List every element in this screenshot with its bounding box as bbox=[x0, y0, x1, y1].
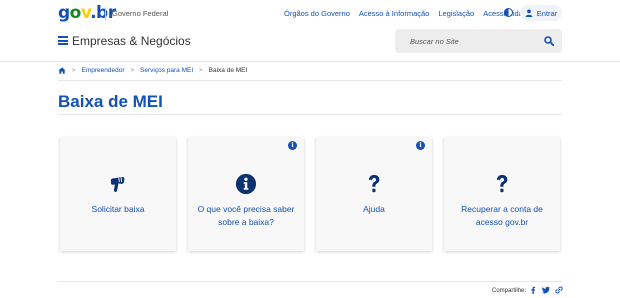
hand-pointer-icon bbox=[110, 177, 125, 192]
card-solicitar-baixa[interactable]: Solicitar baixa bbox=[60, 137, 176, 251]
info-icon[interactable]: i bbox=[288, 141, 297, 150]
chevron-right-icon: > bbox=[130, 67, 135, 74]
top-links: Órgãos do Governo Acesso à Informação Le… bbox=[284, 9, 531, 18]
logo-letter: v bbox=[80, 3, 91, 23]
card-recuperar-conta[interactable]: Recuperar a conta de acesso gov.br bbox=[444, 137, 560, 251]
contrast-icon[interactable] bbox=[504, 8, 513, 17]
login-button[interactable]: Entrar bbox=[520, 5, 562, 21]
breadcrumb-empreendedor[interactable]: Empreendedor bbox=[82, 67, 125, 74]
site-title[interactable]: Empresas & Negócios bbox=[72, 34, 191, 48]
title-divider bbox=[58, 114, 562, 115]
card-label: Recuperar a conta de acesso gov.br bbox=[461, 204, 543, 227]
header-divider bbox=[0, 61, 620, 62]
question-icon bbox=[368, 174, 380, 193]
link-legislacao[interactable]: Legislação bbox=[438, 9, 474, 18]
breadcrumb-divider bbox=[58, 80, 562, 81]
card-o-que-precisa-saber[interactable]: i O que você precisa saber sobre a baixa… bbox=[188, 137, 304, 251]
login-label: Entrar bbox=[536, 8, 558, 18]
logo-separator bbox=[105, 7, 106, 20]
chevron-right-icon: > bbox=[72, 67, 76, 74]
card-label: Solicitar baixa bbox=[91, 204, 145, 214]
share-icons bbox=[529, 286, 563, 294]
search-box bbox=[395, 29, 562, 53]
card-label: O que você precisa saber sobre a baixa? bbox=[197, 204, 295, 227]
link-icon[interactable] bbox=[555, 286, 563, 294]
search-input[interactable] bbox=[410, 29, 530, 53]
page-title: Baixa de MEI bbox=[58, 92, 163, 111]
home-icon[interactable] bbox=[58, 67, 66, 74]
info-icon[interactable]: i bbox=[416, 141, 425, 150]
logo-letter: g bbox=[58, 3, 70, 23]
link-orgaos[interactable]: Órgãos do Governo bbox=[284, 9, 350, 18]
user-icon bbox=[525, 9, 533, 17]
link-acesso-informacao[interactable]: Acesso à Informação bbox=[359, 9, 429, 18]
facebook-icon[interactable] bbox=[529, 286, 537, 294]
info-circle-icon bbox=[235, 173, 257, 195]
breadcrumb-current: Baixa de MEI bbox=[208, 67, 248, 74]
card-label: Ajuda bbox=[363, 204, 385, 214]
chevron-right-icon: > bbox=[199, 67, 203, 74]
govbr-logo[interactable]: gov.br bbox=[58, 4, 116, 22]
logo-letter: o bbox=[69, 3, 82, 23]
breadcrumb: > Empreendedor > Serviços para MEI > Bai… bbox=[58, 67, 247, 74]
question-icon bbox=[496, 174, 508, 193]
gov-label: Governo Federal bbox=[112, 9, 169, 18]
share-label: Compartilhe: bbox=[492, 288, 527, 294]
twitter-icon[interactable] bbox=[542, 286, 550, 294]
breadcrumb-servicos-mei[interactable]: Serviços para MEI bbox=[140, 67, 193, 74]
hamburger-menu-icon[interactable] bbox=[58, 36, 68, 45]
footer-divider bbox=[58, 281, 562, 282]
card-ajuda[interactable]: i Ajuda bbox=[316, 137, 432, 251]
top-bar: gov.br Governo Federal Órgãos do Governo… bbox=[0, 0, 620, 28]
search-icon[interactable] bbox=[544, 36, 554, 46]
